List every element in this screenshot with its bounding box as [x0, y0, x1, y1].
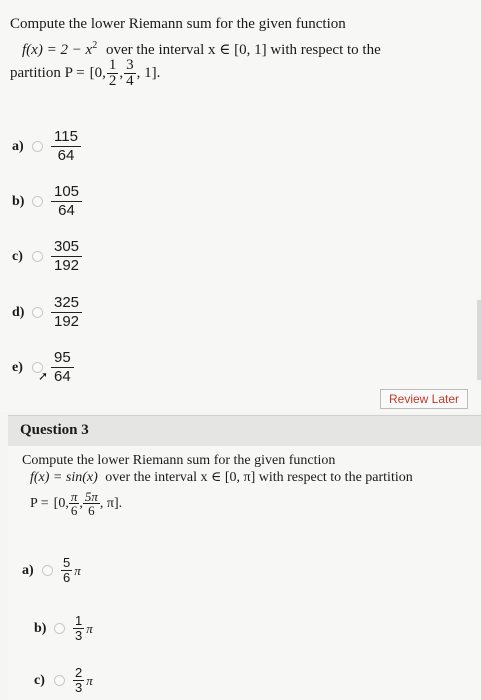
- question-3-partition: P = [0, π 6 , 5π 6 , π].: [30, 489, 123, 518]
- fraction-denominator: 192: [54, 257, 80, 274]
- fraction-numerator: π: [68, 489, 80, 504]
- fraction-denominator: 64: [54, 368, 71, 385]
- radio-button[interactable]: [32, 141, 43, 152]
- fraction-numerator: 3: [124, 57, 136, 74]
- partition-fraction-1: π 6: [68, 489, 80, 518]
- radio-button[interactable]: [32, 251, 43, 262]
- q3-option-a[interactable]: a) 5 6 π: [22, 556, 81, 585]
- option-fraction: 305 192: [51, 238, 83, 275]
- pi-symbol: π: [86, 620, 93, 636]
- fraction-denominator: 64: [58, 202, 75, 219]
- fraction-numerator: 5π: [82, 489, 100, 504]
- fraction-numerator: 1: [106, 57, 119, 74]
- function-expression: f(x) = sin(x): [30, 470, 98, 485]
- review-later-button[interactable]: Review Later: [380, 389, 468, 409]
- option-fraction: 5 6: [61, 555, 73, 585]
- radio-button[interactable]: [42, 565, 53, 576]
- fraction-denominator: 3: [75, 680, 83, 695]
- fraction-numerator: 325: [51, 294, 83, 313]
- partition-fraction-2: 3 4: [124, 58, 136, 89]
- fraction-numerator: 105: [51, 183, 83, 202]
- fraction-denominator: 6: [63, 570, 71, 585]
- pi-symbol: π: [86, 672, 93, 688]
- question-2-panel: Compute the lower Riemann sum for the gi…: [0, 0, 481, 412]
- fraction-denominator: 3: [75, 628, 83, 643]
- radio-button[interactable]: [32, 307, 43, 318]
- fraction-numerator: 95: [51, 349, 74, 368]
- question-2-text: Compute the lower Riemann sum for the gi…: [10, 16, 346, 32]
- question-2-line1: Compute the lower Riemann sum for the gi…: [10, 15, 346, 34]
- interval-text: over the interval x ∈ [0, π] with respec…: [105, 470, 413, 485]
- interval-text: over the interval x ∈ [0, 1] with respec…: [105, 42, 381, 58]
- option-fraction: 105 64: [51, 183, 83, 220]
- partition-fraction-2: 5π 6: [82, 489, 100, 518]
- partition-fraction-1: 1 2: [106, 57, 119, 89]
- question-2-line2: f(x) = 2 − x2 over the interval x ∈ [0, …: [22, 36, 381, 60]
- question-3-text: Compute the lower Riemann sum for the gi…: [22, 453, 336, 468]
- partition-open: [0,: [89, 65, 106, 81]
- option-label: a): [12, 138, 24, 154]
- q3-option-c[interactable]: c) 2 3 π: [34, 666, 93, 695]
- partition-prefix: partition P =: [10, 65, 85, 81]
- partition-open: [0,: [53, 496, 69, 511]
- q3-option-b[interactable]: b) 1 3 π: [34, 614, 93, 643]
- fraction-denominator: 6: [70, 503, 78, 518]
- fraction-numerator: 115: [51, 128, 81, 147]
- option-label: b): [12, 193, 25, 209]
- partition-prefix: P =: [30, 496, 49, 511]
- pi-symbol: π: [74, 562, 81, 578]
- scrollbar[interactable]: [477, 300, 481, 380]
- exponent: 2: [92, 40, 98, 51]
- radio-button[interactable]: [54, 623, 65, 634]
- option-label: c): [12, 248, 23, 264]
- radio-button[interactable]: [32, 196, 43, 207]
- fraction-numerator: 5: [61, 555, 73, 571]
- option-label: b): [34, 620, 47, 636]
- question-3-header: Question 3: [8, 415, 481, 447]
- partition-close: , π]: [99, 496, 119, 511]
- option-a[interactable]: a) 115 64: [12, 128, 81, 165]
- mouse-cursor-icon: ➚: [38, 369, 49, 383]
- option-label: c): [34, 672, 45, 688]
- function-expression: f(x) = 2 − x: [22, 42, 93, 58]
- option-fraction: 95 64: [51, 349, 74, 386]
- question-3-title: Question 3: [20, 422, 89, 438]
- option-label: d): [12, 304, 25, 320]
- fraction-denominator: 64: [57, 147, 75, 164]
- question-3-line1: Compute the lower Riemann sum for the gi…: [22, 452, 335, 469]
- fraction-denominator: 192: [54, 313, 80, 330]
- option-fraction: 115 64: [51, 128, 81, 165]
- radio-button[interactable]: [54, 675, 65, 686]
- partition-close: , 1]: [136, 65, 157, 81]
- option-fraction: 325 192: [51, 294, 83, 331]
- question-3-panel: Compute the lower Riemann sum for the gi…: [8, 446, 481, 700]
- option-b[interactable]: b) 105 64: [12, 183, 83, 220]
- option-fraction: 1 3: [73, 613, 85, 643]
- fraction-numerator: 1: [73, 613, 85, 629]
- fraction-denominator: 2: [108, 73, 117, 89]
- fraction-numerator: 305: [51, 238, 83, 257]
- option-d[interactable]: d) 325 192: [12, 294, 83, 331]
- fraction-numerator: 2: [73, 665, 85, 681]
- option-c[interactable]: c) 305 192: [12, 238, 83, 275]
- option-fraction: 2 3: [73, 665, 85, 695]
- option-label: e): [12, 359, 23, 375]
- question-3-line2: f(x) = sin(x) over the interval x ∈ [0, …: [30, 469, 413, 486]
- question-2-partition: partition P = [0, 1 2 , 3 4 , 1].: [10, 57, 161, 89]
- fraction-denominator: 6: [88, 503, 95, 518]
- fraction-denominator: 4: [126, 73, 134, 89]
- option-label: a): [22, 562, 34, 578]
